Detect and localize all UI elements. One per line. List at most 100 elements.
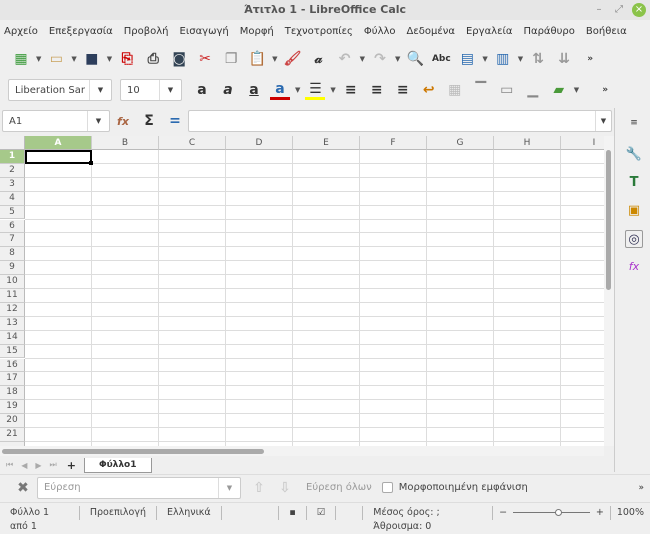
zoom-in-icon[interactable]: + (590, 505, 611, 520)
functions-icon[interactable]: fx (625, 258, 643, 276)
zoom-out-icon[interactable]: − (493, 507, 513, 518)
row-header[interactable]: 4 (0, 191, 25, 206)
sort-descending-icon[interactable]: ⇊ (554, 49, 574, 69)
row-dropdown[interactable]: ▼ (482, 55, 487, 63)
align-left-icon[interactable]: ≡ (341, 80, 361, 100)
menu-format[interactable]: Μορφή (240, 26, 274, 37)
row-header[interactable]: 20 (0, 414, 25, 428)
zoom-slider-handle[interactable] (555, 509, 563, 516)
redo-dropdown[interactable]: ▼ (395, 55, 400, 63)
zoom-slider[interactable] (513, 509, 590, 516)
scrollbar-thumb[interactable] (2, 449, 264, 454)
number-format-dropdown[interactable]: ▼ (574, 86, 579, 94)
menu-edit[interactable]: Επεξεργασία (49, 26, 113, 37)
row-header[interactable]: 6 (0, 219, 25, 234)
new-icon[interactable]: ▦ (11, 49, 31, 69)
menu-data[interactable]: Δεδομένα (407, 26, 455, 37)
print-icon[interactable]: ⎙ (143, 49, 163, 69)
column-header[interactable]: A (25, 136, 92, 150)
menu-sheet[interactable]: Φύλλο (364, 26, 396, 37)
row-header[interactable]: 8 (0, 247, 25, 262)
italic-icon[interactable]: a (218, 80, 238, 100)
underline-icon[interactable]: a (244, 80, 264, 100)
row-header[interactable]: 13 (0, 316, 25, 331)
scrollbar-thumb[interactable] (606, 150, 611, 290)
number-format-icon[interactable]: ▰ (549, 80, 569, 100)
column-header[interactable]: I (561, 136, 604, 150)
row-header[interactable]: 10 (0, 275, 25, 289)
align-bottom-icon[interactable]: ▁ (523, 80, 543, 100)
row-icon[interactable]: ▤ (457, 49, 477, 69)
prev-sheet-icon[interactable]: ◀ (21, 461, 27, 470)
row-header[interactable]: 16 (0, 358, 25, 373)
row-header[interactable]: 5 (0, 205, 25, 220)
row-header[interactable]: 18 (0, 386, 25, 401)
menu-styles[interactable]: Τεχνοτροπίες (285, 26, 353, 37)
highlight-icon[interactable]: ☰ (305, 80, 326, 100)
find-replace-icon[interactable]: 🔍 (405, 49, 425, 69)
align-center-icon[interactable]: ≡ (367, 80, 387, 100)
cut-icon[interactable]: ✂ (195, 49, 215, 69)
maximize-icon[interactable]: ⤢ (612, 3, 626, 17)
add-sheet-icon[interactable]: + (67, 459, 76, 472)
font-name-combo[interactable]: Liberation Sar ▼ (8, 79, 112, 101)
clear-formatting-icon[interactable]: 𝒶 (309, 49, 329, 69)
row-header[interactable]: 9 (0, 261, 25, 276)
font-color-dropdown[interactable]: ▼ (295, 86, 300, 94)
column-header[interactable]: B (92, 136, 159, 150)
menu-insert[interactable]: Εισαγωγή (180, 26, 229, 37)
open-icon[interactable]: ▭ (46, 49, 66, 69)
vertical-scrollbar[interactable] (604, 136, 614, 446)
name-box[interactable]: A1 ▼ (2, 110, 110, 132)
formatted-display-checkbox[interactable] (381, 482, 393, 493)
fill-handle[interactable] (89, 160, 93, 165)
find-input[interactable]: Εύρεση ▼ (37, 476, 241, 499)
formula-input[interactable]: ▼ (188, 110, 612, 132)
save-dropdown[interactable]: ▼ (107, 55, 112, 63)
row-header[interactable]: 17 (0, 372, 25, 387)
row-header[interactable]: 21 (0, 428, 25, 442)
chevron-down-icon[interactable]: ▼ (89, 80, 111, 100)
properties-icon[interactable]: 🔧 (625, 146, 643, 164)
sidebar-menu-icon[interactable]: ≡ (625, 114, 643, 132)
menu-file[interactable]: Αρχείο (4, 26, 38, 37)
undo-dropdown[interactable]: ▼ (360, 55, 365, 63)
more-icon[interactable]: » (595, 80, 615, 100)
column-header[interactable]: H (494, 136, 561, 150)
minimize-icon[interactable]: – (592, 3, 606, 17)
sum-icon[interactable]: Σ (139, 111, 159, 131)
copy-icon[interactable]: ❐ (221, 49, 241, 69)
row-header[interactable]: 14 (0, 330, 25, 345)
column-header[interactable]: E (293, 136, 360, 150)
chevron-down-icon[interactable]: ▼ (159, 80, 181, 100)
row-header[interactable]: 7 (0, 233, 25, 248)
clone-formatting-icon[interactable]: 🖌 (283, 49, 303, 69)
column-dropdown[interactable]: ▼ (518, 55, 523, 63)
align-middle-icon[interactable]: ▭ (497, 80, 517, 100)
last-sheet-icon[interactable]: ⏭ (50, 460, 57, 470)
menu-window[interactable]: Παράθυρο (523, 26, 574, 37)
language[interactable]: Ελληνικά (157, 505, 222, 520)
page-style[interactable]: Προεπιλογή (80, 505, 157, 520)
row-header[interactable]: 3 (0, 177, 25, 192)
spreadsheet-grid[interactable]: A B C D E F G H I 1 2 3 4 5 6 7 8 9 10 11 12 13 14 15 16 17 18 19 20… (0, 136, 604, 446)
redo-icon[interactable]: ↷ (370, 49, 390, 69)
column-header[interactable]: F (360, 136, 427, 150)
chevron-down-icon[interactable]: ▼ (218, 477, 240, 498)
row-header[interactable]: 2 (0, 163, 25, 178)
merge-cells-icon[interactable]: ▦ (445, 80, 465, 100)
first-sheet-icon[interactable]: ⏮ (6, 460, 13, 470)
open-dropdown[interactable]: ▼ (71, 55, 76, 63)
print-preview-icon[interactable]: ◙ (169, 49, 189, 69)
column-icon[interactable]: ▥ (493, 49, 513, 69)
menu-help[interactable]: Βοήθεια (586, 26, 627, 37)
row-header[interactable]: 19 (0, 400, 25, 415)
row-header[interactable]: 1 (0, 150, 25, 164)
next-sheet-icon[interactable]: ▶ (35, 461, 41, 470)
paste-dropdown[interactable]: ▼ (272, 55, 277, 63)
spelling-icon[interactable]: Abc (431, 49, 451, 69)
menu-tools[interactable]: Εργαλεία (466, 26, 512, 37)
column-header[interactable]: G (427, 136, 494, 150)
find-previous-icon[interactable]: ⇧ (249, 478, 269, 498)
expand-formula-icon[interactable]: ▼ (595, 111, 611, 131)
